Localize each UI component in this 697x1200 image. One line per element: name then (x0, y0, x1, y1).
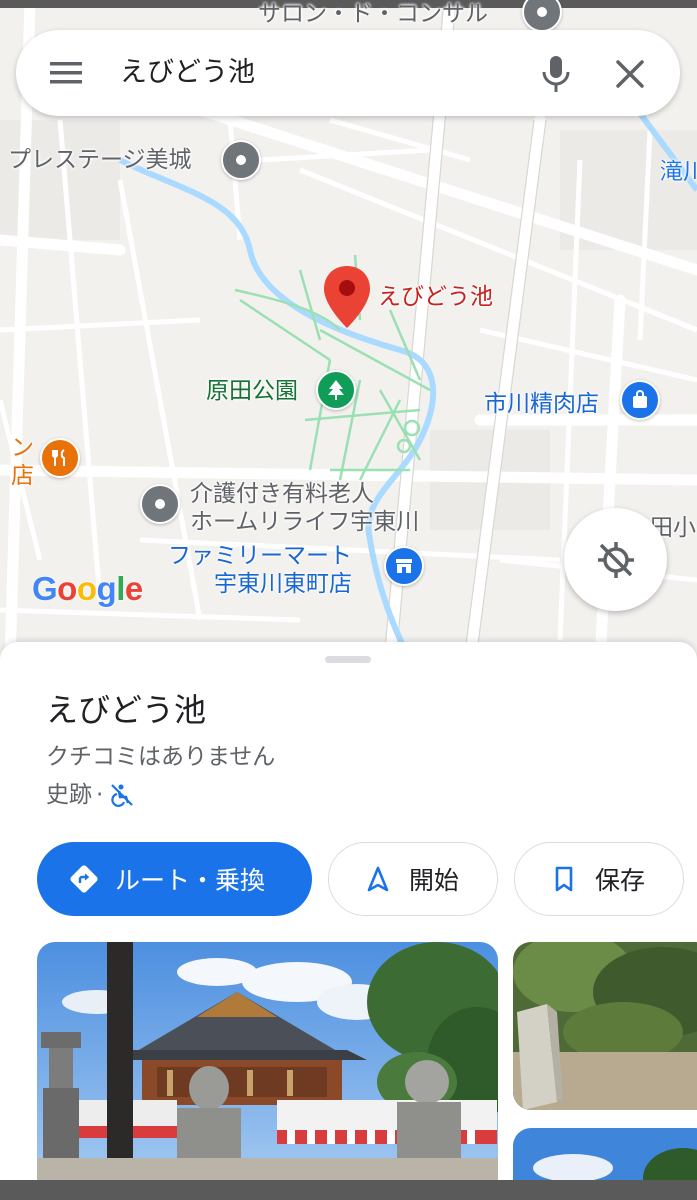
clear-search-button[interactable] (612, 56, 648, 92)
menu-button[interactable] (46, 56, 86, 90)
shrine-photo (37, 942, 498, 1200)
nursing-label-line1: 介護付き有料老人 (190, 481, 374, 507)
place-category-row: 史跡 · (46, 780, 135, 810)
map-label-right-top: 滝川 (660, 159, 697, 185)
logo-letter: G (32, 570, 58, 607)
place-photo-secondary[interactable] (513, 942, 697, 1110)
directions-icon (69, 864, 99, 894)
start-label: 開始 (409, 866, 460, 895)
place-category: 史跡 (46, 782, 92, 808)
search-bar[interactable]: えびどう池 (16, 30, 680, 116)
hamburger-menu-icon (50, 62, 82, 84)
restaurant-label-line1: ン (11, 435, 34, 461)
google-logo: Google (32, 570, 143, 608)
directions-button[interactable]: ルート・乗換 (37, 842, 312, 916)
directions-label: ルート・乗換 (115, 866, 266, 895)
place-title: えびどう池 (46, 691, 207, 729)
place-photo-main[interactable] (37, 942, 498, 1200)
navigation-arrow-icon (363, 864, 393, 894)
place-bottom-sheet[interactable]: えびどう池 クチコミはありません 史跡 · ルート・乗換 開始 保存 (0, 642, 697, 1200)
map-label-top: サロン・ド・コンサル (258, 1, 488, 27)
voice-search-button[interactable] (536, 52, 576, 96)
drag-handle[interactable] (325, 656, 371, 663)
logo-letter: o (76, 570, 97, 607)
bookmark-icon (549, 864, 579, 894)
category-separator: · (96, 782, 104, 808)
location-pin-icon[interactable] (322, 264, 372, 330)
familymart-label-line2: 宇東川東町店 (214, 571, 352, 597)
map-view[interactable]: サロン・ド・コンサル プレステージ美城 滝川 えびどう池 原田公園 市川精肉店 (0, 0, 697, 660)
shopping-bag-icon[interactable] (620, 380, 660, 420)
my-location-button[interactable] (564, 508, 667, 611)
location-disabled-icon (597, 541, 634, 578)
maps-app: サロン・ド・コンサル プレステージ美城 滝川 えびどう池 原田公園 市川精肉店 (0, 0, 697, 1200)
map-label-pin[interactable]: えびどう池 (378, 283, 493, 311)
nursing-label-line2: ホームリライフ宇東川 (190, 509, 420, 535)
start-navigation-button[interactable]: 開始 (328, 842, 498, 916)
convenience-store-icon[interactable] (384, 546, 424, 586)
not-wheelchair-accessible-icon[interactable] (109, 782, 135, 808)
map-label-nursing-home[interactable]: 介護付き有料老人 ホームリライフ宇東川 (190, 480, 419, 536)
map-label-meat-shop[interactable]: 市川精肉店 (484, 390, 599, 418)
map-label-familymart[interactable]: ファミリーマート 宇東川東町店 (168, 542, 352, 598)
restaurant-icon[interactable] (40, 438, 80, 478)
stone-marker-photo (513, 942, 697, 1110)
logo-letter: l (116, 570, 125, 607)
place-reviews[interactable]: クチコミはありません (46, 742, 275, 772)
save-button[interactable]: 保存 (514, 842, 684, 916)
poi-generic-icon[interactable] (221, 140, 261, 180)
map-label-prestage[interactable]: プレステージ美城 (8, 146, 192, 174)
restaurant-label-line2: 店 (11, 463, 34, 489)
save-label: 保存 (595, 866, 646, 895)
system-nav-bar (0, 1180, 697, 1200)
map-label-park[interactable]: 原田公園 (206, 377, 298, 405)
microphone-icon (542, 56, 570, 92)
familymart-label-line1: ファミリーマート (168, 543, 352, 569)
map-label-restaurant[interactable]: ン 店 (0, 434, 34, 490)
close-icon (616, 60, 644, 88)
tree-icon[interactable] (316, 370, 356, 410)
logo-letter: o (57, 570, 77, 607)
poi-generic-icon[interactable] (140, 484, 180, 524)
logo-letter: g (96, 570, 117, 607)
search-query[interactable]: えびどう池 (120, 54, 255, 92)
logo-letter: e (124, 570, 143, 607)
